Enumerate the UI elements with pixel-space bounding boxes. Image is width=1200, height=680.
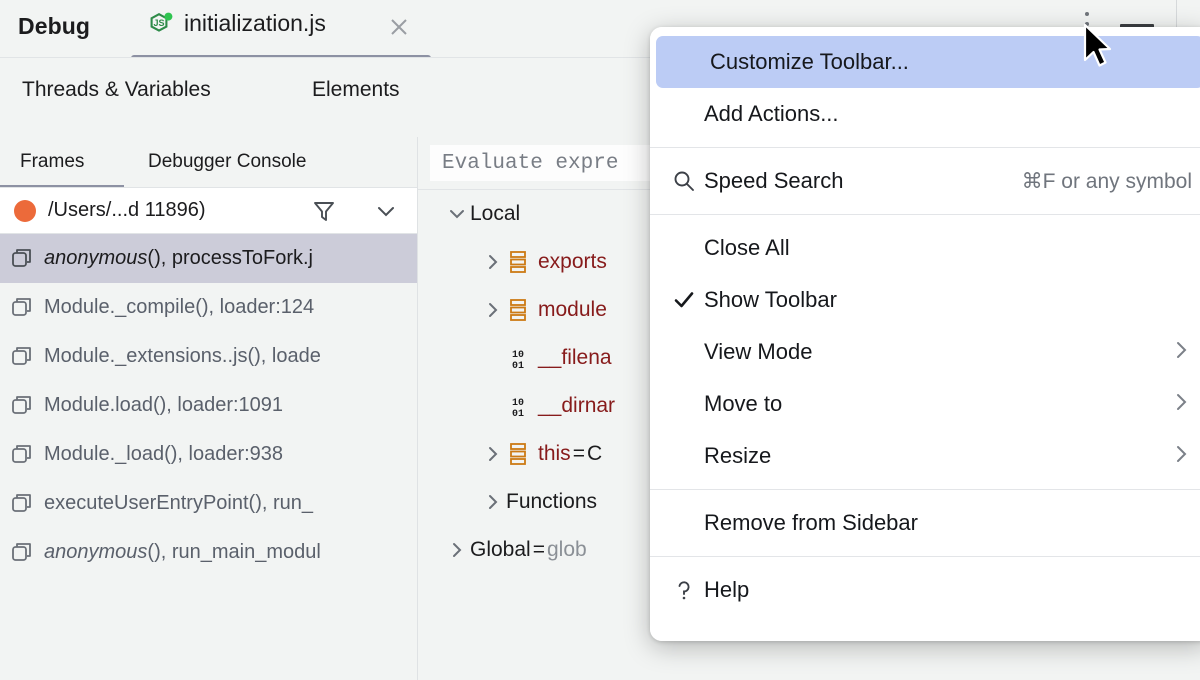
mouse-pointer-icon (1080, 22, 1120, 79)
variable-name: __dirnar (538, 394, 616, 417)
primitive-value-icon: 10 01 (506, 393, 530, 420)
frame-label: Module._compile(), loader:124 (44, 296, 315, 318)
stack-frame-icon (10, 443, 34, 467)
frame-list-item[interactable]: anonymous(), run_main_modul (0, 528, 417, 577)
frame-list-item[interactable]: Module._compile(), loader:124 (0, 283, 417, 332)
object-value-icon (506, 249, 530, 275)
check-icon (664, 288, 704, 312)
variable-equals: = (532, 538, 545, 561)
stack-frame-icon (10, 541, 34, 565)
menu-separator (650, 214, 1200, 215)
stack-frame-icon (10, 394, 34, 418)
subtab-debugger-console[interactable]: Debugger Console (148, 151, 306, 173)
variable-name: module (538, 298, 607, 321)
frames-list: anonymous(), processToFork.j Module._com… (0, 234, 417, 577)
menu-separator (650, 147, 1200, 148)
menu-separator (650, 556, 1200, 557)
subtab-frames[interactable]: Frames (20, 151, 84, 173)
stack-frame-icon (10, 345, 34, 369)
file-tab-label: initialization.js (184, 10, 326, 36)
menu-separator (650, 489, 1200, 490)
svg-text:JS: JS (153, 18, 164, 28)
frame-label: Module._extensions..js(), loade (44, 345, 321, 367)
menu-item-view-mode[interactable]: View Mode (650, 326, 1200, 378)
variable-name: __filena (538, 346, 612, 369)
menu-item-resize[interactable]: Resize (650, 430, 1200, 482)
menu-item-add-actions[interactable]: Add Actions... (650, 88, 1200, 140)
menu-item-label: View Mode (704, 339, 813, 364)
variable-equals: = (572, 442, 585, 465)
question-icon (664, 578, 704, 602)
frame-list-item[interactable]: anonymous(), processToFork.j (0, 234, 417, 283)
menu-item-close-all[interactable]: Close All (650, 222, 1200, 274)
chevron-right-icon[interactable] (480, 300, 506, 320)
variable-value: glob (546, 538, 587, 561)
frame-list-item[interactable]: Module._extensions..js(), loade (0, 332, 417, 381)
frame-label: anonymous(), run_main_modul (44, 541, 321, 563)
frame-list-item[interactable]: Module.load(), loader:1091 (0, 381, 417, 430)
svg-text:01: 01 (512, 409, 524, 419)
chevron-right-icon[interactable] (444, 540, 470, 560)
menu-item-shortcut: ⌘F or any symbol (1021, 169, 1192, 193)
stack-frame-icon (10, 296, 34, 320)
thread-selector-label: /Users/...d 11896) (48, 199, 206, 221)
page-title: Debug (18, 13, 91, 39)
chevron-right-icon[interactable] (480, 444, 506, 464)
chevron-right-icon (1170, 339, 1192, 366)
chevron-down-icon[interactable] (444, 204, 470, 224)
frame-label: Module.load(), loader:1091 (44, 394, 284, 416)
variable-name: this (538, 442, 571, 465)
thread-selector[interactable]: /Users/...d 11896) (0, 188, 417, 233)
menu-item-move-to[interactable]: Move to (650, 378, 1200, 430)
svg-text:01: 01 (512, 361, 524, 371)
menu-item-label: Speed Search (704, 168, 844, 193)
nodejs-js-icon: JS (148, 11, 174, 37)
menu-item-label: Remove from Sidebar (704, 510, 918, 535)
variable-name: Functions (506, 490, 598, 513)
variable-name: exports (538, 250, 607, 273)
menu-item-help[interactable]: Help (650, 564, 1200, 616)
menu-item-label: Add Actions... (704, 101, 839, 126)
svg-text:10: 10 (512, 398, 524, 409)
chevron-right-icon[interactable] (480, 252, 506, 272)
frame-list-item[interactable]: Module._load(), loader:938 (0, 430, 417, 479)
frame-label: Module._load(), loader:938 (44, 443, 284, 465)
stack-frame-icon (10, 247, 34, 271)
thread-status-dot (14, 199, 36, 222)
file-tab[interactable]: JS initialization.js (148, 10, 326, 37)
menu-item-speed-search[interactable]: Speed Search ⌘F or any symbol (650, 155, 1200, 207)
menu-item-label: Show Toolbar (704, 287, 837, 312)
object-value-icon (506, 441, 530, 467)
frame-label: anonymous(), processToFork.j (44, 247, 313, 269)
tab-elements[interactable]: Elements (312, 78, 400, 102)
frame-label: executeUserEntryPoint(), run_ (44, 492, 314, 514)
close-icon[interactable] (388, 16, 410, 38)
variable-name: Global (470, 538, 531, 561)
stack-frame-icon (10, 492, 34, 516)
toolbar-context-menu: Customize Toolbar... Add Actions... Spee… (650, 27, 1200, 641)
menu-item-show-toolbar[interactable]: Show Toolbar (650, 274, 1200, 326)
object-value-icon (506, 297, 530, 323)
menu-item-label: Close All (704, 235, 790, 260)
chevron-right-icon (1170, 443, 1192, 470)
frames-panel: Frames Debugger Console /Users/...d 1189… (0, 137, 417, 680)
menu-item-label: Help (704, 577, 750, 602)
variable-name: Local (470, 202, 521, 225)
filter-funnel-icon[interactable] (311, 198, 337, 229)
tab-threads-and-variables[interactable]: Threads & Variables (22, 78, 211, 102)
primitive-value-icon: 10 01 (506, 345, 530, 372)
debug-tool-window: Debug JS initialization.js Threads & Var… (0, 0, 1200, 680)
chevron-down-icon[interactable] (373, 201, 399, 226)
menu-item-label: Move to (704, 391, 783, 416)
variable-value: C (586, 442, 603, 465)
menu-item-label: Customize Toolbar... (710, 49, 909, 74)
search-icon (664, 169, 704, 193)
svg-text:10: 10 (512, 350, 524, 361)
frame-list-item[interactable]: executeUserEntryPoint(), run_ (0, 479, 417, 528)
chevron-right-icon (1170, 391, 1192, 418)
chevron-right-icon[interactable] (480, 492, 506, 512)
menu-item-label: Resize (704, 443, 772, 468)
menu-item-remove-from-sidebar[interactable]: Remove from Sidebar (650, 497, 1200, 549)
